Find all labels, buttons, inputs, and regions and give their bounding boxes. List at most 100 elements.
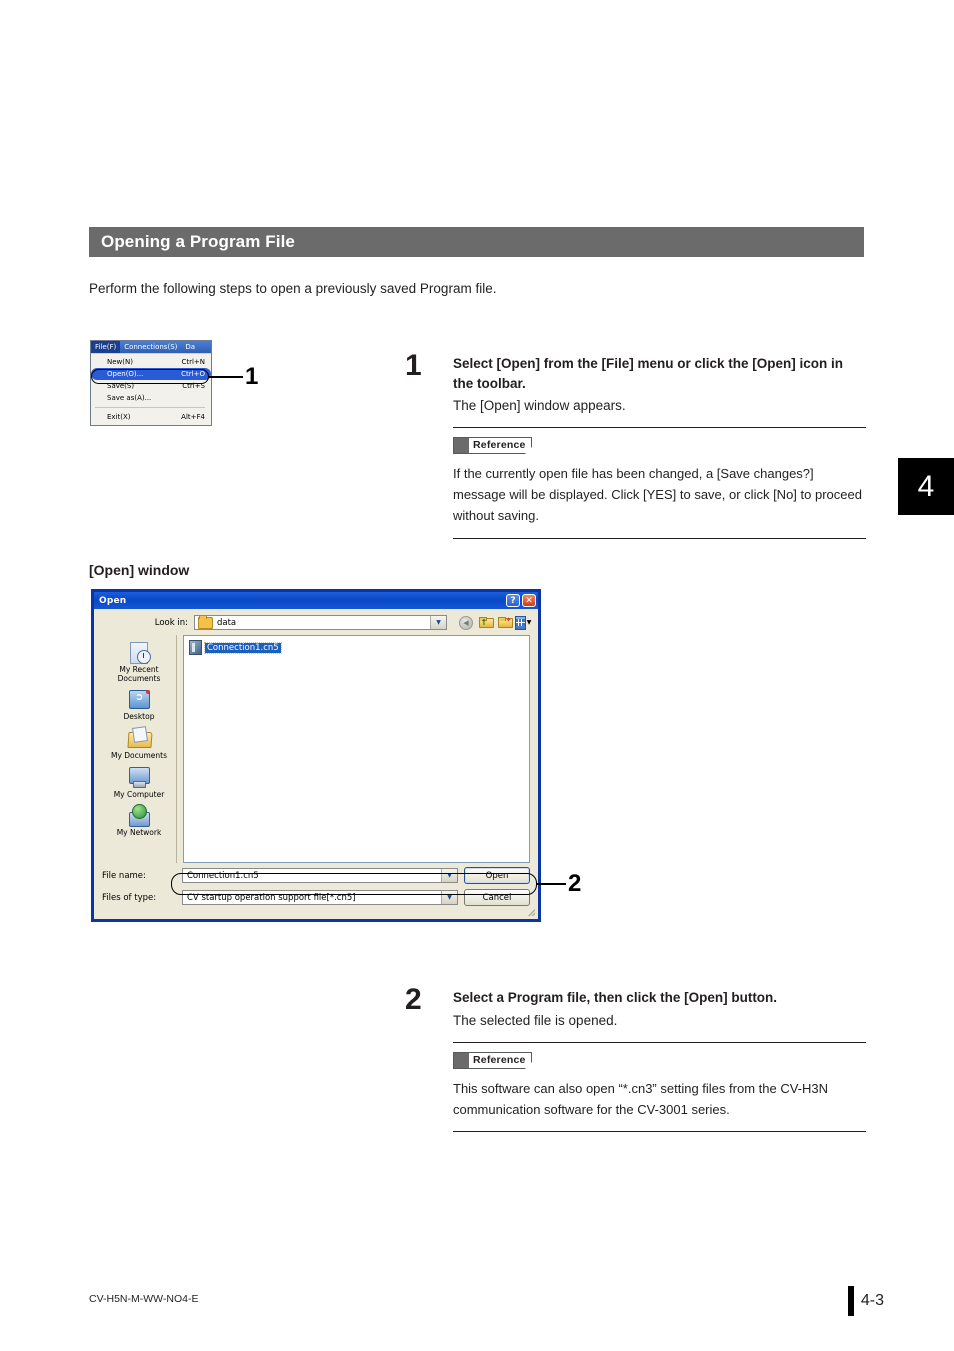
chevron-down-icon[interactable]: ▼ [430,616,446,629]
new-folder-icon[interactable]: ✦ [497,616,513,629]
chevron-down-icon[interactable]: ▼ [441,869,457,882]
menu-item-save-accel: Ctrl+S [182,382,205,390]
look-in-label: Look in: [154,617,188,628]
my-computer-icon [126,766,152,790]
look-in-combo[interactable]: data ▼ [194,614,447,630]
menu-item-exit-accel: Alt+F4 [181,413,205,421]
menu-item-open-label: Open(O)... [107,370,144,378]
section-heading-bar: Opening a Program File [89,227,864,257]
menu-item-save[interactable]: Save(S) Ctrl+S [91,380,211,392]
menu-item-save-as-accel [193,393,205,403]
place-my-computer[interactable]: My Computer [103,764,175,800]
my-documents-icon [126,725,153,751]
reference-corner-fold-icon [524,447,532,455]
callout-leader-line-1 [208,376,243,378]
files-of-type-row: Files of type: CV startup operation supp… [102,889,530,906]
views-icon[interactable]: ▼ [514,615,531,630]
step-2-body: Select a Program file, then click the [O… [453,988,866,1132]
menu-item-new-label: New(N) [107,358,133,366]
menubar-item-connections[interactable]: Connections(S) [120,341,181,353]
up-folder-icon[interactable]: ↑ [478,616,494,629]
dialog-toolbar: ◀ ↑ ✦ ▼ [459,615,531,630]
files-of-type-select[interactable]: CV startup operation support file[*.cn5]… [182,890,458,905]
file-name-label: File name: [102,870,146,881]
menu-item-save-as[interactable]: Save as(A)... [91,392,211,404]
reference-badge-2: Reference [453,1051,532,1069]
step-1-divider-bottom [453,537,866,539]
chevron-down-icon[interactable]: ▼ [441,891,457,904]
help-icon[interactable]: ? [506,594,520,607]
menu-separator [95,407,205,408]
dialog-middle: My Recent Documents ➲ Desktop My Documen… [94,635,538,863]
page-number: 4-3 [860,1292,884,1309]
menu-item-exit[interactable]: Exit(X) Alt+F4 [91,411,211,423]
callout-leader-line-2 [536,883,566,885]
cn5-file-icon [189,640,202,655]
intro-paragraph: Perform the following steps to open a pr… [89,281,497,296]
look-in-value: data [217,617,237,628]
page-title: Opening a Program File [101,232,295,251]
place-my-documents[interactable]: My Documents [103,725,175,761]
file-name-value: Connection1.cn5 [187,870,259,881]
place-my-documents-label: My Documents [110,750,168,760]
resize-grip-icon[interactable] [526,907,535,916]
dialog-titlebar: Open ? ✕ [94,592,538,609]
menubar-item-data[interactable]: Da [181,341,199,353]
list-item[interactable]: Connection1.cn5 [187,639,283,656]
footer-rule-icon [847,1286,854,1316]
places-bar: My Recent Documents ➲ Desktop My Documen… [102,635,177,863]
step-2-heading: Select a Program file, then click the [O… [453,990,778,1005]
reference-corner-fold-icon [524,1061,532,1069]
step-2-divider-bottom [453,1130,866,1132]
place-desktop-label: Desktop [123,712,155,722]
file-list[interactable]: Connection1.cn5 [183,635,530,863]
step-2-subtext: The selected file is opened. [453,1012,618,1028]
reference-badge-2-label: Reference [473,1053,526,1066]
menu-item-save-label: Save(S) [107,382,135,390]
cancel-button[interactable]: Cancel [464,889,530,906]
place-my-network[interactable]: My Network [103,802,175,838]
open-button[interactable]: Open [464,867,530,884]
dialog-lookin-row: Look in: data ▼ ◀ ↑ ✦ ▼ [94,609,538,635]
menu-item-save-as-label: Save as(A)... [107,394,152,402]
my-recent-documents-icon [126,641,152,665]
back-icon[interactable]: ◀ [459,615,473,630]
footer-document-code: CV-H5N-M-WW-NO4-E [89,1293,199,1305]
callout-number-1: 1 [245,363,259,390]
menu-item-new[interactable]: New(N) Ctrl+N [91,356,211,368]
file-menu-screenshot: File(F) Connections(S) Da New(N) Ctrl+N … [90,340,212,426]
open-window-caption: [Open] window [89,562,190,578]
place-my-recent-documents[interactable]: My Recent Documents [103,639,175,683]
menu-item-exit-label: Exit(X) [107,413,131,421]
files-of-type-label: Files of type: [102,892,157,903]
file-name-input[interactable]: Connection1.cn5 ▼ [182,868,458,883]
my-network-icon [126,804,152,828]
file-list-item-label: Connection1.cn5 [204,641,282,654]
menu-item-new-accel: Ctrl+N [181,358,205,366]
step-1-subtext: The [Open] window appears. [453,398,626,414]
step-2-divider-top [453,1041,866,1043]
open-button-label: Open [485,870,509,881]
reference-badge-1-label: Reference [473,439,526,452]
desktop-icon: ➲ [126,688,152,712]
menu-item-open-accel: Ctrl+O [181,370,205,378]
step-1-divider-top [453,427,866,429]
files-of-type-value: CV startup operation support file[*.cn5] [187,892,356,903]
place-desktop[interactable]: ➲ Desktop [103,686,175,722]
reference-swatch-icon [454,1052,469,1068]
step-2-reference-text: This software can also open “*.cn3” sett… [453,1080,828,1117]
reference-badge-1: Reference [453,437,532,455]
dialog-title: Open [99,595,127,606]
place-my-network-label: My Network [116,828,162,838]
menu-item-open[interactable]: Open(O)... Ctrl+O [91,368,211,380]
menubar-item-file[interactable]: File(F) [91,341,121,353]
open-dialog: Open ? ✕ Look in: data ▼ ◀ ↑ ✦ ▼ My Rece… [91,589,541,922]
step-2-number: 2 [405,983,422,1016]
reference-swatch-icon [454,438,469,454]
step-1-reference-text: If the currently open file has been chan… [453,466,862,524]
footer-page-marker: 4-3 [847,1286,884,1316]
place-my-recent-documents-label: My Recent Documents [117,665,161,683]
close-icon[interactable]: ✕ [522,594,536,607]
file-menu-dropdown: New(N) Ctrl+N Open(O)... Ctrl+O Save(S) … [91,353,211,425]
folder-icon [198,614,213,629]
